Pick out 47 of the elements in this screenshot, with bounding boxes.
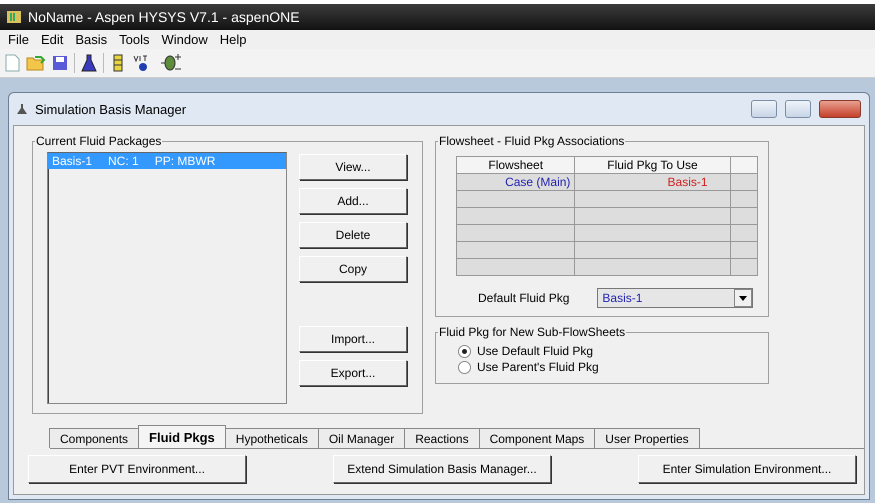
group-title: Fluid Pkg for New Sub-FlowSheets xyxy=(438,325,626,339)
minimize-button[interactable] xyxy=(751,100,777,118)
menu-item[interactable]: Help xyxy=(214,32,253,47)
menu-item[interactable]: Basis xyxy=(69,32,114,47)
menu-item[interactable]: Edit xyxy=(34,32,70,47)
tab[interactable]: Component Maps xyxy=(478,428,596,448)
caret-icon xyxy=(739,296,748,300)
open-folder-icon[interactable] xyxy=(26,54,46,72)
action-button[interactable]: Delete xyxy=(299,222,407,248)
action-button[interactable]: Copy xyxy=(299,256,407,282)
flask-icon[interactable] xyxy=(81,54,97,72)
action-button[interactable]: Import... xyxy=(299,326,407,352)
field-label: Default Fluid Pkg xyxy=(478,291,570,305)
action-button[interactable]: Export... xyxy=(299,360,407,386)
tab[interactable]: Components xyxy=(49,428,140,448)
app-icon xyxy=(6,9,22,25)
menu-item[interactable]: File xyxy=(2,32,35,47)
save-icon[interactable] xyxy=(52,55,68,71)
action-button[interactable]: Enter Simulation Environment... xyxy=(638,455,856,483)
window-title: Simulation Basis Manager xyxy=(35,102,188,116)
tab[interactable]: Oil Manager xyxy=(318,428,406,448)
maximize-button[interactable] xyxy=(785,100,811,118)
radio-label: Use Parent's Fluid Pkg xyxy=(477,360,599,374)
group-title: Flowsheet - Fluid Pkg Associations xyxy=(438,134,626,148)
action-button[interactable]: Extend Simulation Basis Manager... xyxy=(333,455,551,483)
action-button[interactable]: Add... xyxy=(299,188,407,214)
window-title: NoName - Aspen HYSYS V7.1 - aspenONE xyxy=(28,9,300,25)
tab[interactable]: User Properties xyxy=(594,428,700,448)
menu-item[interactable]: Window xyxy=(156,32,214,47)
table-cell[interactable]: Basis-1 xyxy=(574,174,730,190)
menu-item[interactable]: Tools xyxy=(113,32,156,47)
table-cell[interactable]: Case (Main) xyxy=(456,174,575,190)
action-button[interactable]: Enter PVT Environment... xyxy=(28,455,246,483)
radio-button[interactable] xyxy=(458,360,471,374)
column-header: Flowsheet xyxy=(456,156,575,174)
group-title: Current Fluid Packages xyxy=(35,134,162,148)
close-button[interactable] xyxy=(819,100,861,118)
tab[interactable]: Fluid Pkgs xyxy=(138,425,226,448)
flask-icon xyxy=(17,104,27,114)
exchanger-icon[interactable] xyxy=(160,53,182,73)
column-header: Fluid Pkg To Use xyxy=(574,156,730,174)
tab[interactable]: Hypotheticals xyxy=(224,428,319,448)
radio-label: Use Default Fluid Pkg xyxy=(477,344,594,358)
tab[interactable]: Reactions xyxy=(404,428,480,448)
radio-button[interactable] xyxy=(458,344,471,358)
action-button[interactable]: View... xyxy=(299,154,407,180)
default-fluid-pkg-dropdown[interactable]: Basis-1 xyxy=(597,288,754,308)
